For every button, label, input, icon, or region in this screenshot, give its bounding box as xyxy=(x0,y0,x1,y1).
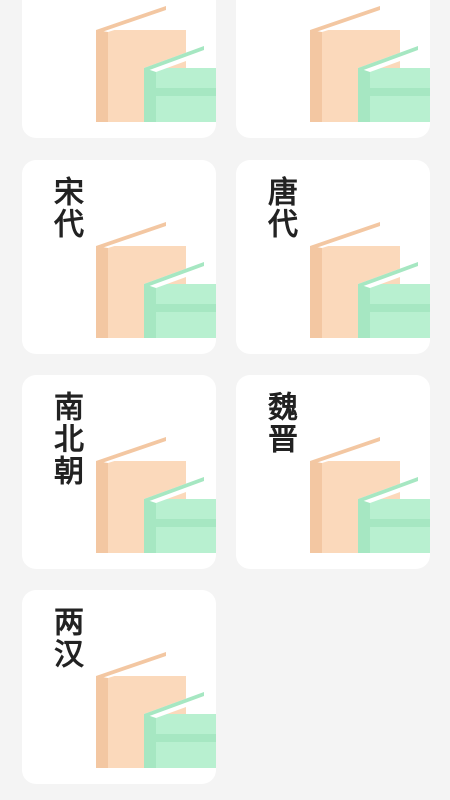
books-icon xyxy=(310,6,430,122)
books-icon xyxy=(96,222,216,338)
dynasty-title: 唐代 xyxy=(262,176,297,240)
dynasty-card[interactable]: 朝 xyxy=(236,0,430,138)
dynasty-card[interactable]: 宋代 xyxy=(22,160,216,354)
dynasty-title: 魏晋 xyxy=(262,391,297,455)
dynasty-card[interactable]: 魏晋 xyxy=(236,375,430,569)
dynasty-title: 宋代 xyxy=(48,176,83,240)
dynasty-grid: 代 朝 宋代 xyxy=(0,0,450,800)
dynasty-card[interactable]: 唐代 xyxy=(236,160,430,354)
dynasty-title: 两汉 xyxy=(48,606,83,670)
books-icon xyxy=(310,222,430,338)
books-icon xyxy=(310,437,430,553)
dynasty-card[interactable]: 南北朝 xyxy=(22,375,216,569)
books-icon xyxy=(96,6,216,122)
books-icon xyxy=(96,437,216,553)
dynasty-card[interactable]: 两汉 xyxy=(22,590,216,784)
dynasty-card[interactable]: 代 xyxy=(22,0,216,138)
books-icon xyxy=(96,652,216,768)
dynasty-title: 南北朝 xyxy=(48,391,83,487)
